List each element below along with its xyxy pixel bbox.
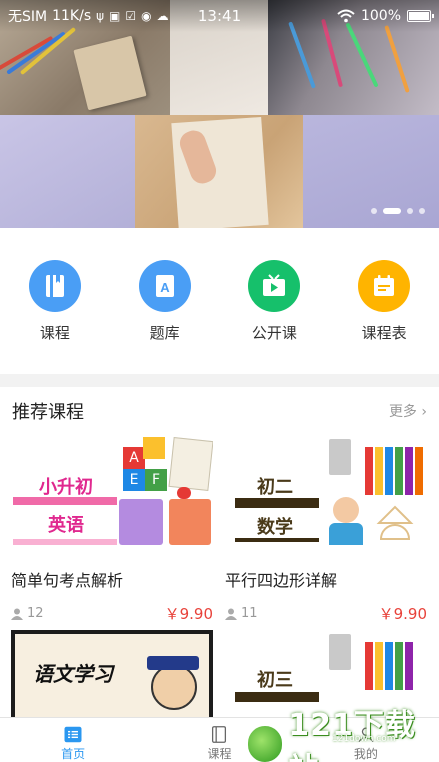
teacher-body-icon: [329, 523, 363, 545]
home-screen: 无SIM 11K/s ψ ▣ ☑ ◉ ☁ 13:41 100% 课程 A 题库 …: [0, 0, 439, 762]
nav-label: 课程表: [361, 324, 407, 342]
pencil-cup-icon: [329, 634, 351, 670]
svg-text:A: A: [160, 280, 170, 295]
student-count: 11: [241, 606, 258, 621]
nav-label: 题库: [149, 324, 180, 342]
letter-block-icon: E: [123, 469, 145, 491]
brown-bar: [235, 538, 319, 542]
bow-icon: [177, 487, 191, 499]
usb-icon: ψ: [96, 9, 105, 23]
book-spine: [375, 642, 383, 690]
banner-photo-lavender: [0, 115, 135, 228]
battery-percent: 100%: [360, 8, 401, 24]
watermark-globe-icon: [246, 724, 285, 762]
tab-label: 首页: [61, 747, 86, 761]
book-spine: [385, 447, 393, 495]
question-bank-icon: A: [138, 260, 191, 312]
nav-courses[interactable]: 课程: [0, 228, 110, 374]
brown-bar: [235, 498, 319, 508]
letter-block-icon: [143, 437, 165, 459]
book-icon: [28, 260, 81, 312]
recommend-header: 推荐课程 更多 ›: [0, 387, 439, 435]
book-spine: [405, 447, 413, 495]
tv-play-icon: [248, 260, 301, 312]
note-paper-icon: [168, 437, 213, 491]
section-title: 推荐课程: [12, 402, 84, 423]
carousel-dot: [419, 208, 425, 214]
carousel-indicator: [371, 208, 425, 214]
course-thumbnail: 小升初 英语 A E F: [11, 435, 213, 553]
watermark-logo: 121下载站 121down.com: [246, 700, 439, 762]
letter-block-icon: A: [123, 447, 145, 469]
course-book-icon: [212, 726, 227, 743]
clock: 13:41: [197, 7, 242, 25]
notification-icon: ▣: [109, 9, 121, 23]
book-spine: [395, 447, 403, 495]
wifi-icon: [337, 9, 355, 23]
home-list-icon: [64, 726, 82, 743]
carousel-dot-active: [383, 208, 401, 214]
tab-home[interactable]: 首页: [0, 718, 146, 762]
pink-bar: [13, 497, 117, 505]
teacher-cartoon-icon: [151, 664, 197, 710]
pink-bar: [13, 539, 117, 545]
quick-nav: 课程 A 题库 公开课 课程表: [0, 228, 439, 374]
course-thumbnail: 初二 数学: [225, 435, 427, 553]
nav-label: 公开课: [251, 324, 297, 342]
course-price: ￥9.90: [164, 605, 213, 623]
banner-carousel[interactable]: [0, 0, 439, 228]
book-spine: [395, 642, 403, 690]
thumb-line: 语文学习: [33, 662, 113, 686]
more-label: 更多: [388, 404, 417, 420]
network-speed: 11K/s: [52, 8, 92, 24]
purple-book-icon: [119, 499, 163, 545]
app-icon: ◉: [141, 9, 152, 23]
calendar-icon: [358, 260, 411, 312]
nav-schedule[interactable]: 课程表: [329, 228, 439, 374]
nav-question-bank[interactable]: A 题库: [110, 228, 220, 374]
pencil-cup-icon: [329, 439, 351, 475]
book-spine: [385, 642, 393, 690]
carousel-dot: [371, 208, 377, 214]
course-title: 平行四边形详解: [225, 571, 338, 590]
course-card[interactable]: 小升初 英语 A E F 简单句考点解析 12 ￥9.90: [11, 435, 213, 624]
student-count: 12: [27, 606, 44, 621]
thumb-line: 数学: [257, 517, 293, 538]
thumb-line: 初三: [257, 670, 293, 691]
course-meta: 11 ￥9.90: [225, 603, 427, 624]
nav-open-class[interactable]: 公开课: [220, 228, 330, 374]
course-price: ￥9.90: [378, 605, 427, 623]
nav-label: 课程: [39, 324, 70, 342]
course-card[interactable]: 初二 数学 平行四边形详解 11 ￥9.90: [225, 435, 427, 624]
course-title: 简单句考点解析: [11, 571, 124, 590]
status-bar: 无SIM 11K/s ψ ▣ ☑ ◉ ☁ 13:41 100%: [0, 0, 439, 32]
teacher-avatar-icon: [333, 497, 359, 523]
book-spine: [415, 447, 423, 495]
letter-block-icon: F: [145, 469, 167, 491]
person-icon: [225, 608, 237, 620]
book-spine: [375, 447, 383, 495]
battery-icon: [407, 10, 434, 22]
person-icon: [11, 608, 23, 620]
book-spine: [365, 642, 373, 690]
book-spine: [365, 447, 373, 495]
carrier-text: 无SIM: [8, 9, 48, 25]
carousel-dot: [407, 208, 413, 214]
more-link[interactable]: 更多 ›: [389, 401, 427, 421]
watermark-text: 121下载站: [288, 708, 416, 762]
orange-book-icon: [169, 499, 211, 545]
geometry-shapes-icon: [376, 505, 414, 540]
course-meta: 12 ￥9.90: [11, 603, 213, 624]
section-divider: [0, 374, 439, 387]
watermark-subtext: 121down.com: [332, 734, 396, 744]
check-icon: ☑: [125, 9, 137, 23]
thumb-line: 小升初: [39, 477, 93, 498]
thumb-line: 英语: [48, 515, 84, 536]
thumb-line: 初二: [257, 477, 293, 498]
book-spine: [405, 642, 413, 690]
cloud-icon: ☁: [156, 9, 169, 23]
graduation-cap-icon: [147, 656, 199, 670]
tab-label: 课程: [207, 747, 232, 761]
